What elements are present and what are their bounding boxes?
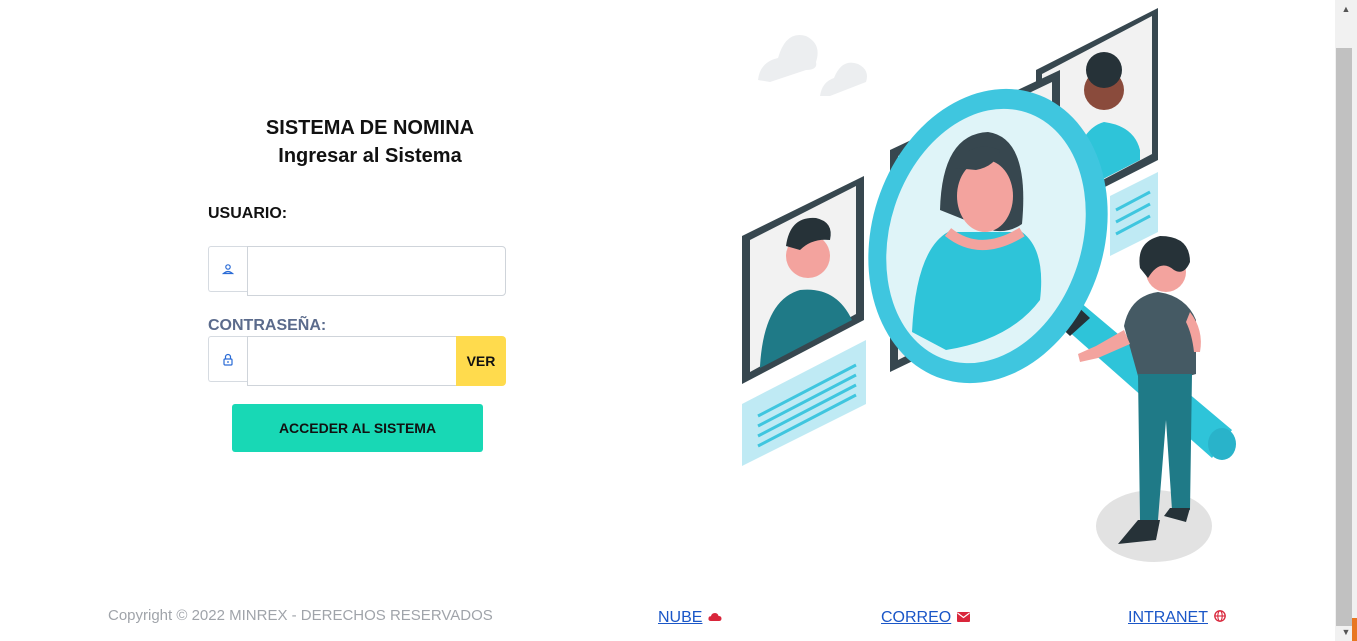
page-title: SISTEMA DE NOMINA <box>265 117 475 139</box>
globe-icon <box>1214 609 1226 627</box>
vertical-scrollbar[interactable]: ▲ ▼ <box>1335 0 1357 641</box>
scroll-accent-marker <box>1352 618 1357 641</box>
copyright-text: Copyright © 2022 MINREX - DERECHOS RESER… <box>108 607 493 624</box>
envelope-icon <box>957 609 971 627</box>
scroll-thumb[interactable] <box>1336 48 1352 626</box>
password-input[interactable] <box>247 336 457 386</box>
username-label: USUARIO: <box>208 205 288 222</box>
login-submit-button[interactable]: ACCEDER AL SISTEMA <box>232 404 483 452</box>
footer-link-label: CORREO <box>881 609 952 626</box>
login-page: SISTEMA DE NOMINA Ingresar al Sistema US… <box>0 0 1335 641</box>
footer-link-intranet[interactable]: INTRANET <box>1128 609 1226 627</box>
footer-link-nube[interactable]: NUBE <box>658 609 722 627</box>
show-password-button[interactable]: VER <box>456 336 506 386</box>
search-illustration <box>742 8 1236 562</box>
lock-icon <box>208 336 247 382</box>
footer-link-label: NUBE <box>658 609 703 626</box>
footer-link-correo[interactable]: CORREO <box>881 609 971 627</box>
cloud-icon <box>708 609 722 627</box>
page-subtitle: Ingresar al Sistema <box>278 145 462 167</box>
password-label: CONTRASEÑA: <box>208 317 327 334</box>
footer-link-label: INTRANET <box>1128 609 1208 626</box>
username-input[interactable] <box>247 246 506 296</box>
scroll-up-arrow-icon[interactable]: ▲ <box>1335 0 1357 18</box>
user-icon <box>208 246 247 292</box>
